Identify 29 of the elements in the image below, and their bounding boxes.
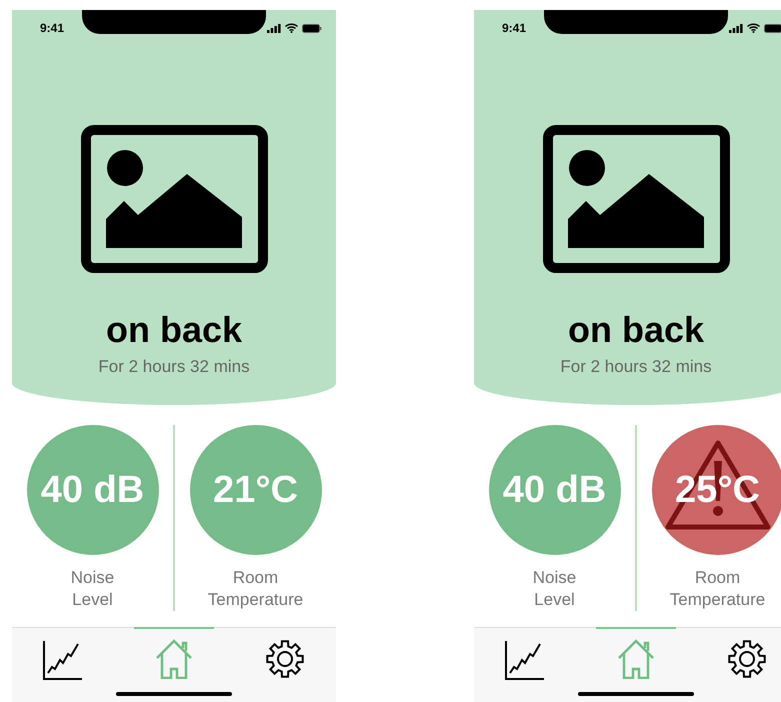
wifi-icon — [285, 23, 298, 33]
home-icon — [155, 639, 193, 679]
line-chart-icon — [42, 639, 84, 681]
image-placeholder-icon — [542, 125, 730, 273]
metric-label: Room Temperature — [208, 567, 304, 611]
battery-icon — [764, 24, 781, 32]
line-chart-icon — [504, 639, 546, 681]
signal-icon — [729, 24, 743, 32]
posture-title: on back — [568, 309, 704, 351]
image-placeholder-icon — [80, 125, 268, 273]
warning-icon — [664, 439, 772, 531]
battery-icon — [302, 24, 322, 32]
signal-icon — [267, 24, 281, 32]
home-icon — [617, 639, 655, 679]
metric-value: 21°C — [213, 468, 298, 512]
metric-value: 25°C — [675, 468, 760, 512]
metric-value: 40 dB — [40, 468, 144, 512]
duration-text: For 2 hours 32 mins — [560, 357, 712, 377]
wifi-icon — [747, 23, 760, 33]
status-time: 9:41 — [40, 21, 64, 35]
settings-icon — [265, 639, 305, 679]
metric-value: 40 dB — [502, 468, 606, 512]
settings-icon — [727, 639, 767, 679]
status-time: 9:41 — [502, 21, 526, 35]
posture-title: on back — [106, 309, 242, 351]
duration-text: For 2 hours 32 mins — [98, 357, 250, 377]
metric-label: Room Temperature — [670, 567, 766, 611]
metric-label: Noise Level — [70, 567, 114, 611]
metric-label: Noise Level — [532, 567, 576, 611]
